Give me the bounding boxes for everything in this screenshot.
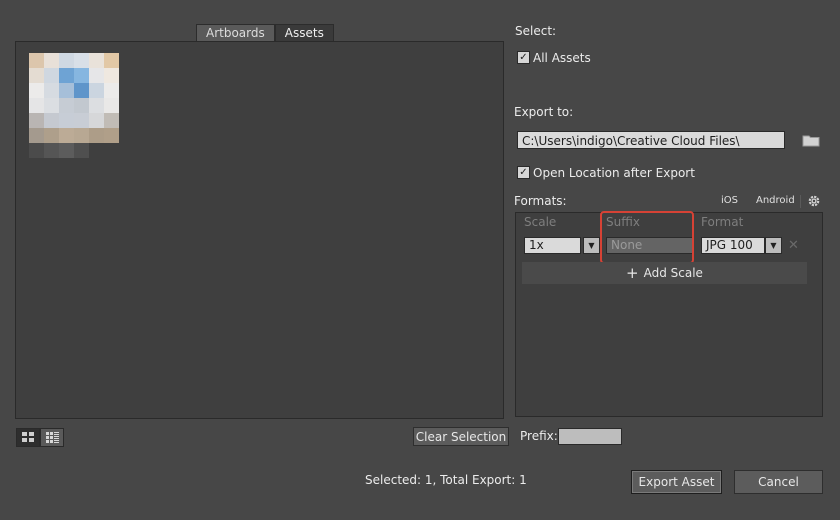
add-scale-button[interactable]: + Add Scale — [522, 262, 807, 284]
thumbnail-pixel — [104, 128, 119, 143]
all-assets-label: All Assets — [533, 51, 591, 65]
thumbnail-pixel — [44, 128, 59, 143]
thumbnail-pixel — [29, 98, 44, 113]
thumbnail-pixel — [59, 128, 74, 143]
open-location-checkbox[interactable]: ✓ — [517, 166, 530, 179]
cancel-button[interactable]: Cancel — [734, 470, 823, 494]
thumbnail-pixel — [59, 68, 74, 83]
suffix-highlight-box — [600, 211, 694, 264]
grid-view-icon — [22, 432, 34, 442]
thumbnail-pixel — [89, 143, 104, 158]
thumbnail-pixel — [44, 143, 59, 158]
format-select[interactable]: JPG 100 — [701, 237, 765, 254]
remove-scale-button[interactable]: ✕ — [788, 238, 799, 253]
thumbnail-pixel — [89, 113, 104, 128]
gear-icon — [808, 195, 820, 207]
thumbnail-pixel — [74, 143, 89, 158]
scale-dropdown-button[interactable]: ▼ — [583, 237, 600, 254]
export-path-field[interactable]: C:\Users\indigo\Creative Cloud Files\ — [517, 131, 785, 149]
thumbnail-pixel — [104, 53, 119, 68]
thumbnail-pixel — [74, 113, 89, 128]
thumbnail-pixel — [104, 83, 119, 98]
prefix-input[interactable] — [558, 428, 622, 445]
format-settings-button[interactable] — [807, 194, 821, 208]
thumbnail-pixel — [29, 113, 44, 128]
thumbnail-pixel — [104, 143, 119, 158]
thumbnail-pixel — [59, 83, 74, 98]
thumbnail-pixel — [44, 98, 59, 113]
scale-column-header: Scale — [524, 215, 557, 229]
checkmark-icon: ✓ — [519, 51, 528, 63]
thumbnail-pixel — [29, 83, 44, 98]
thumbnail-pixel — [74, 98, 89, 113]
thumbnail-pixel — [89, 83, 104, 98]
thumbnail-pixel — [44, 68, 59, 83]
format-column-header: Format — [701, 215, 744, 229]
thumbnail-pixel — [59, 113, 74, 128]
thumbnail-pixel — [104, 113, 119, 128]
list-view-icon — [45, 432, 59, 443]
chevron-down-icon: ▼ — [588, 241, 595, 250]
android-preset-button[interactable]: Android — [756, 195, 795, 206]
format-dropdown-button[interactable]: ▼ — [765, 237, 782, 254]
thumbnail-pixel — [29, 143, 44, 158]
export-asset-button[interactable]: Export Asset — [631, 470, 722, 494]
thumbnail-pixel — [74, 53, 89, 68]
clear-selection-button[interactable]: Clear Selection — [413, 427, 509, 446]
scale-select[interactable]: 1x — [524, 237, 581, 254]
chevron-down-icon: ▼ — [770, 241, 777, 250]
thumbnail-pixel — [89, 68, 104, 83]
tab-assets[interactable]: Assets — [274, 24, 334, 41]
select-heading: Select: — [515, 24, 557, 38]
assets-panel — [15, 41, 504, 419]
thumbnail-pixel — [29, 68, 44, 83]
prefix-label: Prefix: — [520, 429, 558, 443]
thumbnail-pixel — [44, 113, 59, 128]
close-icon: ✕ — [788, 238, 799, 253]
thumbnail-pixel — [104, 68, 119, 83]
export-to-heading: Export to: — [514, 105, 574, 119]
asset-thumbnail[interactable] — [29, 53, 119, 167]
thumbnail-pixel — [74, 83, 89, 98]
thumbnail-pixel — [44, 83, 59, 98]
thumbnail-pixel — [29, 53, 44, 68]
thumbnail-pixel — [104, 98, 119, 113]
thumbnail-pixel — [89, 98, 104, 113]
thumbnail-pixel — [59, 98, 74, 113]
open-location-label: Open Location after Export — [533, 166, 695, 180]
add-scale-label: Add Scale — [643, 266, 703, 280]
thumbnail-pixel — [59, 143, 74, 158]
plus-icon: + — [626, 264, 639, 282]
thumbnail-pixel — [74, 128, 89, 143]
browse-folder-button[interactable] — [802, 134, 822, 149]
export-status: Selected: 1, Total Export: 1 — [365, 473, 527, 487]
tab-artboards[interactable]: Artboards — [196, 24, 275, 41]
grid-view-button[interactable] — [16, 428, 40, 447]
list-view-button[interactable] — [40, 428, 64, 447]
thumbnail-pixel — [29, 128, 44, 143]
folder-icon — [802, 135, 820, 147]
divider — [800, 195, 801, 208]
all-assets-checkbox[interactable]: ✓ — [517, 51, 530, 64]
thumbnail-pixel — [59, 53, 74, 68]
thumbnail-pixel — [44, 53, 59, 68]
thumbnail-pixel — [74, 68, 89, 83]
formats-heading: Formats: — [514, 194, 567, 208]
checkmark-icon: ✓ — [519, 166, 528, 178]
ios-preset-button[interactable]: iOS — [721, 195, 738, 206]
thumbnail-pixel — [89, 128, 104, 143]
thumbnail-pixel — [89, 53, 104, 68]
view-tabs: Artboards Assets — [196, 24, 334, 41]
